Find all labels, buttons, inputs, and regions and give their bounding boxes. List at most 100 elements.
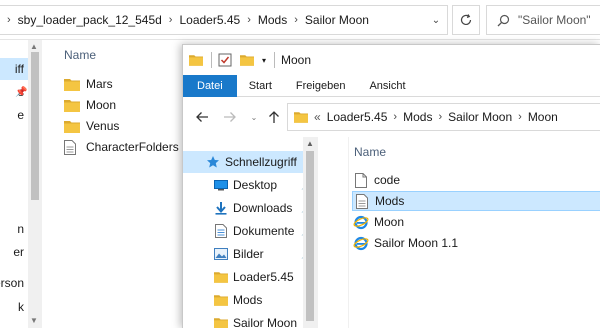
folder-icon: [294, 111, 308, 123]
folder-icon: [213, 315, 229, 328]
nav-scrollbar-thumb[interactable]: [306, 151, 314, 321]
internet-explorer-icon: [352, 234, 370, 252]
breadcrumb-item[interactable]: Mods: [403, 110, 432, 124]
pin-icon: 📌: [15, 87, 28, 98]
file-icon: [352, 171, 370, 189]
chevron-right-icon: ›: [438, 111, 443, 123]
breadcrumb-item[interactable]: Sailor Moon: [448, 110, 512, 124]
breadcrumb-overflow[interactable]: «: [314, 110, 321, 124]
nav-item[interactable]: e: [0, 104, 28, 126]
tab-share[interactable]: Freigeben: [284, 75, 358, 97]
column-header-name[interactable]: Name: [64, 48, 96, 62]
nav-item[interactable]: iff: [0, 58, 28, 80]
list-item[interactable]: Mods: [352, 191, 600, 211]
scroll-up-icon[interactable]: ▲: [30, 42, 38, 51]
nav-item[interactable]: n: [0, 218, 28, 240]
tab-start[interactable]: Start: [237, 75, 284, 97]
nav-item[interactable]: er: [0, 241, 28, 263]
breadcrumb-item[interactable]: Mods: [258, 13, 287, 27]
document-icon: [213, 223, 229, 239]
file-icon: [64, 139, 82, 155]
file-name: CharacterFolders: [86, 140, 179, 154]
pictures-icon: [213, 246, 229, 262]
background-address-bar[interactable]: › sby_loader_pack_12_545d › Loader5.45 ›…: [0, 5, 448, 35]
list-item[interactable]: Sailor Moon 1.1: [352, 233, 600, 253]
tab-file[interactable]: Datei: [183, 75, 237, 97]
search-box[interactable]: "Sailor Moon": [486, 5, 600, 35]
file-list: Name code Mods Moon Sailor Moon 1.1: [318, 137, 600, 328]
list-item[interactable]: Mars: [64, 74, 113, 94]
sidebar-item-documents[interactable]: Dokumente 📌: [183, 220, 312, 242]
address-history-dropdown-icon[interactable]: ⌄: [426, 6, 446, 34]
breadcrumb-item[interactable]: sby_loader_pack_12_545d: [18, 13, 162, 27]
sidebar-item-folder[interactable]: Loader5.45: [183, 266, 303, 288]
folder-icon: [213, 292, 229, 308]
file-name: Venus: [86, 119, 120, 133]
search-placeholder: "Sailor Moon": [518, 13, 591, 27]
chevron-right-icon: ›: [393, 111, 398, 123]
up-arrow-icon[interactable]: [265, 108, 283, 126]
ribbon-tabs: Datei Start Freigeben Ansicht: [183, 75, 600, 97]
file-name: Mars: [86, 77, 113, 91]
new-folder-icon[interactable]: [240, 54, 254, 66]
folder-icon: [64, 76, 82, 92]
list-item[interactable]: code: [352, 170, 600, 190]
background-address-toolbar: › sby_loader_pack_12_545d › Loader5.45 ›…: [0, 0, 600, 40]
nav-item[interactable]: [0, 127, 28, 149]
internet-explorer-icon: [352, 213, 370, 231]
list-item[interactable]: Venus: [64, 116, 119, 136]
sidebar-item-quick-access[interactable]: Schnellzugriff: [183, 151, 303, 173]
file-name: Moon: [86, 98, 117, 112]
forward-arrow-icon[interactable]: [221, 108, 239, 126]
list-item[interactable]: Moon: [352, 212, 600, 232]
sidebar-item-desktop[interactable]: Desktop 📌: [183, 174, 312, 196]
list-item[interactable]: Moon: [64, 95, 116, 115]
nav-item[interactable]: k: [0, 296, 28, 318]
sidebar-item-folder[interactable]: Mods: [183, 289, 303, 311]
chevron-right-icon: ›: [247, 14, 251, 26]
text-file-icon: [353, 192, 371, 210]
address-bar[interactable]: « Loader5.45 › Mods › Sailor Moon › Moon: [287, 103, 600, 131]
desktop-icon: [213, 177, 229, 193]
breadcrumb-item[interactable]: Loader5.45: [179, 13, 240, 27]
nav-item[interactable]: erson: [0, 272, 28, 294]
background-navigation-pane: iff s e n er erson k ▲ ▼ 📌: [0, 40, 42, 328]
customize-toolbar-icon[interactable]: ▾: [262, 56, 266, 65]
folder-icon: [64, 97, 82, 113]
folder-icon: [189, 54, 203, 66]
column-header-name[interactable]: Name: [354, 145, 386, 159]
search-icon: [497, 14, 510, 26]
file-name: Sailor Moon 1.1: [374, 236, 459, 250]
chevron-right-icon: ›: [168, 14, 173, 26]
star-icon: [205, 154, 221, 170]
back-arrow-icon[interactable]: [193, 108, 211, 126]
list-item[interactable]: CharacterFolders: [64, 137, 179, 157]
download-icon: [213, 200, 229, 216]
properties-icon[interactable]: [218, 53, 232, 67]
file-name: code: [374, 173, 401, 187]
refresh-icon: [460, 14, 472, 26]
navigation-toolbar: ⌄ « Loader5.45 › Mods › Sailor Moon › Mo…: [183, 97, 600, 137]
navigation-pane: Schnellzugriff Desktop 📌 Downloads 📌 Dok…: [183, 137, 318, 328]
file-name: Mods: [375, 194, 405, 208]
sidebar-item-pictures[interactable]: Bilder 📌: [183, 243, 312, 265]
breadcrumb-item[interactable]: Loader5.45: [327, 110, 388, 124]
sidebar-item-downloads[interactable]: Downloads 📌: [183, 197, 312, 219]
recent-locations-icon[interactable]: ⌄: [245, 108, 263, 126]
scroll-down-icon[interactable]: ▼: [30, 316, 38, 325]
tab-view[interactable]: Ansicht: [357, 75, 417, 97]
scroll-up-icon[interactable]: ▲: [306, 139, 314, 148]
breadcrumb-item[interactable]: Moon: [528, 110, 558, 124]
breadcrumb-item[interactable]: Sailor Moon: [305, 13, 369, 27]
chevron-right-icon: ›: [294, 14, 298, 26]
background-file-list: Name Mars Moon Venus CharacterFolders: [44, 40, 184, 328]
nav-scrollbar-thumb[interactable]: [31, 52, 39, 200]
window-title: Moon: [281, 53, 312, 67]
chevron-right-icon: ›: [518, 111, 522, 123]
foreground-explorer-window: ▾ Moon Datei Start Freigeben Ansicht ⌄ «…: [182, 44, 600, 328]
title-bar[interactable]: ▾ Moon: [183, 45, 600, 75]
file-name: Moon: [374, 215, 405, 229]
refresh-button[interactable]: [452, 5, 480, 35]
sidebar-item-folder[interactable]: Sailor Moon: [183, 312, 303, 328]
chevron-right-icon: ›: [7, 14, 11, 26]
